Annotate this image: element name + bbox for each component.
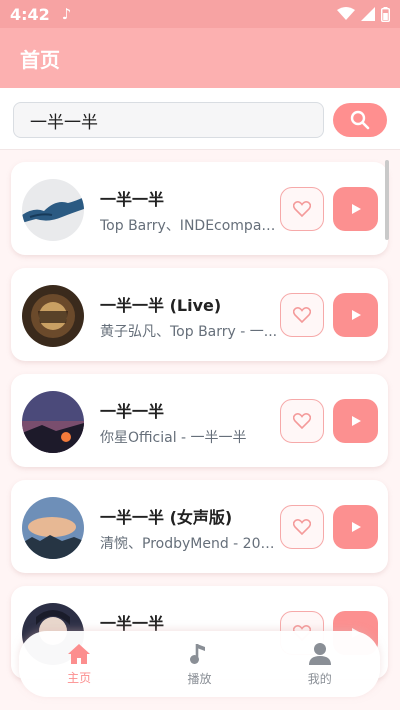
song-artist: 你星Official - 一半一半 bbox=[100, 430, 247, 446]
play-icon bbox=[351, 310, 361, 320]
like-button[interactable] bbox=[280, 293, 324, 337]
like-button[interactable] bbox=[280, 505, 324, 549]
song-artist: 黄子弘凡、Top Barry - 一... bbox=[100, 324, 278, 340]
album-cover bbox=[22, 285, 84, 347]
song-card[interactable]: 一半一半 你星Official - 一半一半 bbox=[11, 374, 388, 467]
search-input[interactable] bbox=[13, 102, 324, 138]
play-icon bbox=[351, 522, 361, 532]
song-artist: 清惋、ProdbyMend - 2026... bbox=[100, 536, 282, 552]
music-note-icon bbox=[190, 643, 206, 664]
wifi-icon bbox=[337, 7, 355, 20]
nav-item-play[interactable]: 播放 bbox=[159, 642, 239, 687]
song-card[interactable]: 一半一半 Top Barry、INDEcompany ... bbox=[11, 162, 388, 255]
nav-item-home[interactable]: 主页 bbox=[39, 643, 119, 686]
bottom-nav: 主页 播放 我的 bbox=[19, 631, 380, 697]
heart-icon bbox=[293, 519, 311, 535]
status-time: 4:42 bbox=[10, 4, 50, 24]
search-icon bbox=[350, 110, 370, 130]
search-button[interactable] bbox=[333, 103, 387, 137]
song-card[interactable]: 一半一半 (女声版) 清惋、ProdbyMend - 2026... bbox=[11, 480, 388, 573]
play-button[interactable] bbox=[333, 187, 378, 231]
status-bar: 4:42 ♪ bbox=[0, 0, 400, 28]
search-bar bbox=[0, 88, 400, 150]
signal-icon bbox=[361, 7, 375, 21]
nav-label-mine: 我的 bbox=[307, 671, 332, 686]
song-list[interactable]: 一半一半 Top Barry、INDEcompany ... 一半一半 (Liv… bbox=[0, 150, 400, 710]
scrollbar[interactable] bbox=[385, 160, 389, 240]
user-icon bbox=[308, 642, 331, 665]
status-icons bbox=[337, 6, 390, 22]
play-button[interactable] bbox=[333, 505, 378, 549]
nav-item-mine[interactable]: 我的 bbox=[280, 642, 360, 687]
album-cover bbox=[22, 497, 84, 559]
album-cover bbox=[22, 179, 84, 241]
home-icon bbox=[68, 643, 91, 664]
battery-icon bbox=[381, 6, 390, 22]
music-note-icon: ♪ bbox=[61, 5, 72, 23]
app-bar: 首页 bbox=[0, 28, 400, 88]
play-icon bbox=[351, 416, 361, 426]
nav-label-play: 播放 bbox=[187, 671, 212, 686]
song-title: 一半一半 (女声版) bbox=[100, 508, 233, 527]
song-artist: Top Barry、INDEcompany ... bbox=[100, 218, 282, 234]
heart-icon bbox=[293, 201, 311, 217]
song-card[interactable]: 一半一半 (Live) 黄子弘凡、Top Barry - 一... bbox=[11, 268, 388, 361]
play-icon bbox=[351, 204, 361, 214]
like-button[interactable] bbox=[280, 187, 324, 231]
heart-icon bbox=[293, 307, 311, 323]
play-button[interactable] bbox=[333, 293, 378, 337]
album-cover bbox=[22, 391, 84, 453]
page-title: 首页 bbox=[20, 47, 60, 72]
heart-icon bbox=[293, 413, 311, 429]
like-button[interactable] bbox=[280, 399, 324, 443]
song-title: 一半一半 bbox=[100, 190, 165, 209]
nav-label-home: 主页 bbox=[67, 670, 92, 685]
play-button[interactable] bbox=[333, 399, 378, 443]
song-title: 一半一半 bbox=[100, 402, 165, 421]
song-title: 一半一半 (Live) bbox=[100, 296, 222, 315]
